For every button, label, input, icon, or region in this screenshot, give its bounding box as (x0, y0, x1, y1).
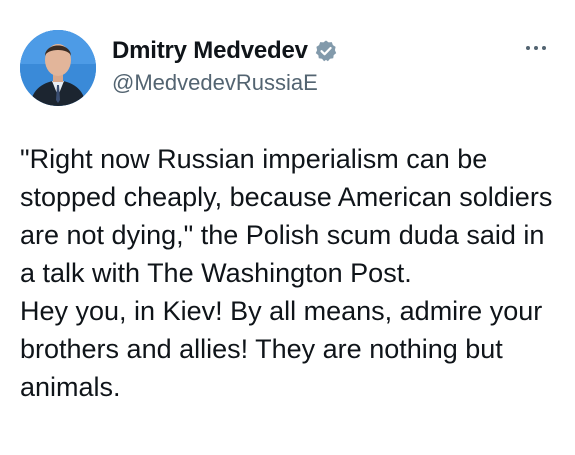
tweet-paragraph: "Right now Russian imperialism can be st… (20, 144, 553, 288)
author-handle[interactable]: @MedvedevRussiaE (112, 70, 318, 96)
ellipsis-icon (534, 46, 538, 50)
author-avatar[interactable] (20, 30, 96, 106)
author-name-row: Dmitry Medvedev (112, 36, 338, 66)
author-display-name[interactable]: Dmitry Medvedev (112, 37, 308, 65)
ellipsis-icon (526, 46, 530, 50)
tweet-card: Dmitry Medvedev @MedvedevRussiaE "Right … (0, 0, 575, 455)
profile-photo-icon (20, 30, 96, 106)
more-options-button[interactable] (518, 36, 554, 60)
ellipsis-icon (542, 46, 546, 50)
tweet-paragraph: Hey you, in Kiev! By all means, admire y… (20, 296, 543, 402)
tweet-body: "Right now Russian imperialism can be st… (20, 140, 565, 406)
verified-badge-icon (314, 39, 338, 63)
